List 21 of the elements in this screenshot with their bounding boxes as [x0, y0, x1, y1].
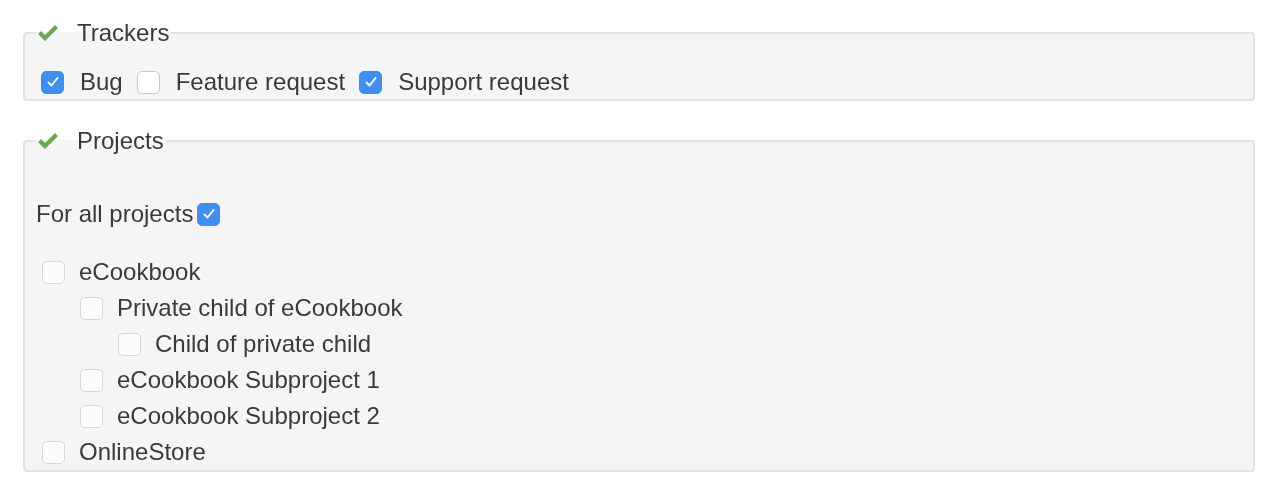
checkbox-label: Bug [80, 68, 123, 96]
project-label: eCookbook Subproject 2 [117, 402, 380, 430]
checkbox[interactable] [136, 70, 160, 94]
checkbox-label: Support request [398, 68, 569, 96]
checkbox-label: Feature request [175, 68, 346, 96]
tick-icon [201, 207, 216, 221]
checkmark-icon [37, 132, 59, 150]
project-label: Child of private child [155, 330, 372, 358]
tick-icon [45, 75, 60, 89]
tick-icon [363, 75, 378, 89]
section-legend: Projects [77, 129, 164, 155]
project-label: eCookbook Subproject 1 [117, 366, 380, 394]
checkmark-icon [37, 24, 59, 42]
project-label: Private child of eCookbook [117, 294, 403, 322]
checkbox[interactable] [359, 70, 383, 94]
project-label: eCookbook [79, 258, 201, 286]
checkbox[interactable] [197, 202, 221, 226]
project-label: OnlineStore [79, 438, 206, 466]
checkbox-label: For all projects [36, 200, 194, 228]
checkbox[interactable] [41, 70, 64, 94]
section-legend: Trackers [77, 19, 170, 47]
